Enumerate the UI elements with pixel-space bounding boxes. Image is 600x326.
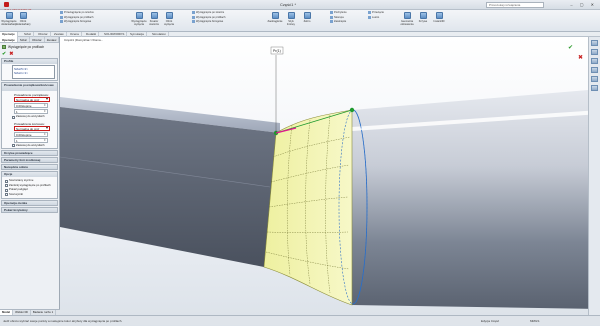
ribbon-mirror[interactable]: Lustro (368, 16, 384, 21)
revolved-cut-icon (165, 12, 173, 19)
file-explorer-icon[interactable] (591, 67, 598, 73)
task-pane (588, 37, 600, 315)
curves-button[interactable]: Krzywe (416, 12, 430, 23)
ribbon-wrap[interactable]: Zawinięcie (330, 20, 347, 25)
profiles-list[interactable]: Szkic5<2> Szkic1<1> (12, 65, 55, 79)
centerline-section[interactable]: Parametry linii środkowej (1, 157, 58, 164)
hole-wizard-icon (150, 12, 158, 19)
search-input[interactable]: Przeszukaj rozwiązania (486, 2, 544, 8)
cancel-x-icon[interactable]: ✖ (9, 51, 13, 57)
merge-result-checkbox[interactable] (5, 193, 8, 197)
curvature-display-section[interactable]: Pokaż krzywizny (1, 206, 58, 213)
connector-end-handle[interactable] (349, 107, 355, 113)
property-manager: Operacje Szkic Obszar Zestaw Wyciągnięci… (0, 37, 60, 315)
instant3d-button[interactable]: Instant3D (432, 12, 446, 23)
sketch-tools-section[interactable]: Narzędzia szkicu (1, 164, 58, 171)
app-logo[interactable]: SOLIDWORKS (4, 2, 32, 13)
end-apply-all-row[interactable]: Zastosuj do wszystkich (12, 143, 55, 148)
reference-geometry-icon (403, 12, 411, 19)
ribbon-boundary-cut[interactable]: Wyciągnięcie brzegowe (192, 20, 225, 25)
ribbon-sweep-boss[interactable]: Przeciągnięcie po ścieżce (60, 11, 94, 16)
model-view[interactable]: Pr(1) ✔ ✖ (60, 37, 600, 315)
resources-icon[interactable] (591, 49, 598, 55)
view-palette-icon[interactable] (591, 76, 598, 82)
ribbon-list-1: Przeciągnięcie po ścieżce Wyciągnięcie p… (60, 11, 94, 25)
start-apply-all-checkbox[interactable] (12, 115, 15, 119)
panel-tab-assembly[interactable]: Zestaw (45, 37, 59, 42)
loft-icon (2, 45, 6, 49)
command-manager: Wyciągnięcie dodania/bazy Obrót dodania/… (0, 10, 600, 32)
fillet-button[interactable]: Zaokrąglenie (268, 12, 283, 23)
linear-pattern-button[interactable]: Szyk liniowy (284, 12, 298, 26)
start-apply-all-row[interactable]: Zastosuj do wszystkich (12, 114, 55, 119)
solidworks-logo-icon (4, 2, 9, 8)
hole-wizard-button[interactable]: Kreator otworów (147, 12, 161, 26)
curves-icon (419, 12, 427, 19)
home-icon[interactable] (591, 40, 598, 46)
end-tangent-length-field[interactable]: 1 (14, 137, 48, 143)
graphics-area[interactable]: Część1 (Domyślna<<Doma... Pr(1) ✔ ✖ (60, 37, 600, 315)
rib-button[interactable]: Żebro (300, 12, 314, 23)
window-controls[interactable]: ‒ ▢ ✕ (570, 2, 597, 7)
merge-tangent-checkbox[interactable] (5, 179, 8, 183)
ok-check-icon[interactable]: ✔ (2, 51, 6, 57)
callout-label: Pr(1) (273, 49, 281, 53)
extruded-cut-button[interactable]: Wyciągnięcie wycięcia (131, 12, 147, 26)
merge-result-row[interactable]: Scal wyniki (5, 192, 55, 197)
status-bar: Jedź obrotu wybrać swoje punkty a następ… (0, 315, 600, 325)
show-preview-checkbox[interactable] (5, 188, 8, 192)
ribbon-list-2: Wyciągnięcie po ścieżce Wyciągnięcie po … (192, 11, 225, 25)
revolved-cut-button[interactable]: Obrót wycięcia (162, 12, 176, 26)
start-tangent-length-field[interactable]: 1 (14, 109, 48, 114)
ribbon-list-4: Przecięcie Lustro (368, 11, 384, 20)
instant3d-icon (435, 12, 443, 19)
ribbon-boundary-boss[interactable]: Wyciągnięcie brzegowe (60, 20, 94, 25)
constraints-header[interactable]: Prowadzenie początkowe/końcowe (2, 83, 57, 91)
extruded-cut-icon (135, 12, 143, 19)
constraints-section: Prowadzenie początkowe/końcowe Prowadzen… (1, 82, 58, 150)
options-section: Opcje Scal ściany styczne Zamknij wyciąg… (1, 171, 58, 199)
extrude-boss-button[interactable]: Wyciągnięcie dodania/bazy (1, 12, 17, 26)
start-constraint-dropdown[interactable]: Normalna do prof (14, 97, 50, 102)
revolve-boss-button[interactable]: Obrót dodania/bazy (15, 12, 31, 26)
bar-side-face[interactable] (60, 107, 280, 267)
confirm-corner-ok-icon[interactable]: ✔ (568, 44, 573, 51)
end-apply-all-checkbox[interactable] (12, 144, 15, 148)
close-loft-checkbox[interactable] (5, 184, 8, 188)
reference-geometry-button[interactable]: Geometria odniesienia (400, 12, 414, 26)
profile-item[interactable]: Szkic1<1> (14, 71, 53, 75)
panel-tab-features[interactable]: Operacje (0, 37, 18, 42)
extrude-icon (5, 12, 13, 19)
fillet-icon (271, 12, 279, 19)
ok-cancel-row: ✔ ✖ (0, 51, 59, 57)
end-constraint-dropdown[interactable]: Normalna do prof (14, 125, 50, 131)
feature-tree-breadcrumb[interactable]: Część1 (Domyślna<<Doma... (64, 38, 103, 42)
rib-icon (303, 12, 311, 19)
confirm-corner-cancel-icon[interactable]: ✖ (578, 54, 583, 61)
title-bar: SOLIDWORKS Część1 * Przeszukaj rozwiązan… (0, 0, 600, 13)
ribbon-swept-cut[interactable]: Wyciągnięcie po ścieżce (192, 11, 225, 16)
guide-curves-section[interactable]: Krzywe prowadzące (1, 150, 58, 157)
thin-feature-section[interactable]: Operacja cienka (1, 199, 58, 206)
window-title: Część1 * (280, 2, 297, 7)
ribbon-list-3: Pochylenie Skorupa Zawinięcie (330, 11, 347, 25)
appearances-icon[interactable] (591, 85, 598, 91)
start-draft-angle-field[interactable]: 0.00stopnie (14, 103, 48, 108)
revolve-icon (19, 12, 27, 19)
profiles-section: Profile Szkic5<2> Szkic1<1> (1, 58, 58, 81)
panel-tab-surfaces[interactable]: Obszar (30, 37, 45, 42)
end-draft-angle-field[interactable]: 0.00stopnie (14, 131, 48, 137)
panel-tab-sketch[interactable]: Szkic (18, 37, 31, 42)
feature-title: Wyciągnięcie po profilach (0, 43, 59, 51)
linear-pattern-icon (287, 12, 295, 19)
design-library-icon[interactable] (591, 58, 598, 64)
